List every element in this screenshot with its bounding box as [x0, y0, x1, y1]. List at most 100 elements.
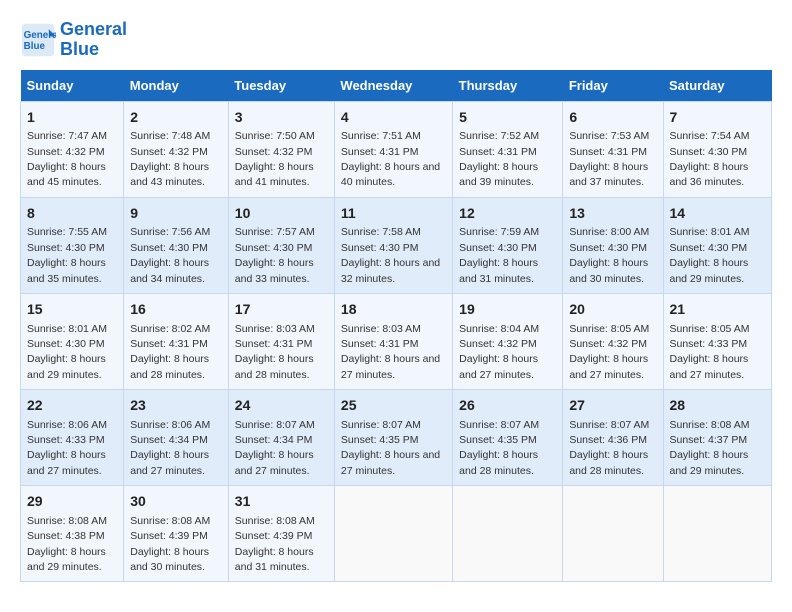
calendar-week-row: 8 Sunrise: 7:55 AM Sunset: 4:30 PM Dayli…	[21, 197, 772, 293]
sunrise-text: Sunrise: 7:50 AM	[235, 130, 315, 142]
day-number: 31	[235, 492, 328, 512]
calendar-cell: 12 Sunrise: 7:59 AM Sunset: 4:30 PM Dayl…	[453, 197, 563, 293]
header-cell-saturday: Saturday	[663, 70, 772, 102]
sunset-text: Sunset: 4:30 PM	[27, 242, 105, 254]
calendar-cell: 16 Sunrise: 8:02 AM Sunset: 4:31 PM Dayl…	[124, 293, 229, 389]
sunrise-text: Sunrise: 7:54 AM	[670, 130, 750, 142]
calendar-cell: 21 Sunrise: 8:05 AM Sunset: 4:33 PM Dayl…	[663, 293, 772, 389]
sunrise-text: Sunrise: 8:08 AM	[27, 515, 107, 527]
sunrise-text: Sunrise: 8:07 AM	[341, 419, 421, 431]
calendar-cell: 30 Sunrise: 8:08 AM Sunset: 4:39 PM Dayl…	[124, 486, 229, 582]
day-number: 19	[459, 300, 556, 320]
daylight-text: Daylight: 8 hours and 28 minutes.	[235, 353, 314, 380]
calendar-cell: 6 Sunrise: 7:53 AM Sunset: 4:31 PM Dayli…	[563, 101, 663, 197]
daylight-text: Daylight: 8 hours and 33 minutes.	[235, 257, 314, 284]
sunrise-text: Sunrise: 7:55 AM	[27, 226, 107, 238]
day-number: 1	[27, 108, 117, 128]
daylight-text: Daylight: 8 hours and 35 minutes.	[27, 257, 106, 284]
calendar-cell: 17 Sunrise: 8:03 AM Sunset: 4:31 PM Dayl…	[228, 293, 334, 389]
calendar-cell: 26 Sunrise: 8:07 AM Sunset: 4:35 PM Dayl…	[453, 390, 563, 486]
calendar-cell: 13 Sunrise: 8:00 AM Sunset: 4:30 PM Dayl…	[563, 197, 663, 293]
calendar-cell	[663, 486, 772, 582]
daylight-text: Daylight: 8 hours and 27 minutes.	[670, 353, 749, 380]
day-number: 13	[569, 204, 656, 224]
sunrise-text: Sunrise: 7:48 AM	[130, 130, 210, 142]
sunrise-text: Sunrise: 8:07 AM	[459, 419, 539, 431]
day-number: 30	[130, 492, 222, 512]
day-number: 18	[341, 300, 446, 320]
header: General Blue GeneralBlue	[20, 20, 772, 60]
calendar-cell: 31 Sunrise: 8:08 AM Sunset: 4:39 PM Dayl…	[228, 486, 334, 582]
sunset-text: Sunset: 4:31 PM	[341, 146, 419, 158]
calendar-header-row: SundayMondayTuesdayWednesdayThursdayFrid…	[21, 70, 772, 102]
sunset-text: Sunset: 4:36 PM	[569, 434, 647, 446]
calendar-cell: 1 Sunrise: 7:47 AM Sunset: 4:32 PM Dayli…	[21, 101, 124, 197]
day-number: 7	[670, 108, 766, 128]
calendar-cell: 28 Sunrise: 8:08 AM Sunset: 4:37 PM Dayl…	[663, 390, 772, 486]
sunrise-text: Sunrise: 8:07 AM	[569, 419, 649, 431]
daylight-text: Daylight: 8 hours and 37 minutes.	[569, 161, 648, 188]
day-number: 10	[235, 204, 328, 224]
calendar-week-row: 22 Sunrise: 8:06 AM Sunset: 4:33 PM Dayl…	[21, 390, 772, 486]
header-cell-friday: Friday	[563, 70, 663, 102]
sunset-text: Sunset: 4:39 PM	[130, 530, 208, 542]
daylight-text: Daylight: 8 hours and 34 minutes.	[130, 257, 209, 284]
sunrise-text: Sunrise: 7:53 AM	[569, 130, 649, 142]
calendar-cell: 2 Sunrise: 7:48 AM Sunset: 4:32 PM Dayli…	[124, 101, 229, 197]
sunset-text: Sunset: 4:30 PM	[670, 242, 748, 254]
calendar-cell: 5 Sunrise: 7:52 AM Sunset: 4:31 PM Dayli…	[453, 101, 563, 197]
sunrise-text: Sunrise: 8:08 AM	[235, 515, 315, 527]
sunrise-text: Sunrise: 7:52 AM	[459, 130, 539, 142]
daylight-text: Daylight: 8 hours and 29 minutes.	[670, 257, 749, 284]
sunrise-text: Sunrise: 7:56 AM	[130, 226, 210, 238]
logo-icon: General Blue	[20, 22, 56, 58]
sunset-text: Sunset: 4:30 PM	[27, 338, 105, 350]
sunset-text: Sunset: 4:30 PM	[459, 242, 537, 254]
sunset-text: Sunset: 4:30 PM	[235, 242, 313, 254]
day-number: 27	[569, 396, 656, 416]
sunrise-text: Sunrise: 8:04 AM	[459, 323, 539, 335]
day-number: 21	[670, 300, 766, 320]
logo-text: GeneralBlue	[60, 20, 127, 60]
calendar-week-row: 29 Sunrise: 8:08 AM Sunset: 4:38 PM Dayl…	[21, 486, 772, 582]
calendar-cell: 11 Sunrise: 7:58 AM Sunset: 4:30 PM Dayl…	[334, 197, 452, 293]
calendar-cell: 20 Sunrise: 8:05 AM Sunset: 4:32 PM Dayl…	[563, 293, 663, 389]
daylight-text: Daylight: 8 hours and 28 minutes.	[459, 449, 538, 476]
sunset-text: Sunset: 4:34 PM	[130, 434, 208, 446]
logo: General Blue GeneralBlue	[20, 20, 127, 60]
calendar-table: SundayMondayTuesdayWednesdayThursdayFrid…	[20, 70, 772, 583]
sunset-text: Sunset: 4:31 PM	[569, 146, 647, 158]
daylight-text: Daylight: 8 hours and 41 minutes.	[235, 161, 314, 188]
sunrise-text: Sunrise: 7:47 AM	[27, 130, 107, 142]
sunset-text: Sunset: 4:31 PM	[235, 338, 313, 350]
daylight-text: Daylight: 8 hours and 36 minutes.	[670, 161, 749, 188]
svg-text:Blue: Blue	[24, 41, 46, 52]
daylight-text: Daylight: 8 hours and 31 minutes.	[459, 257, 538, 284]
sunrise-text: Sunrise: 8:05 AM	[670, 323, 750, 335]
sunset-text: Sunset: 4:32 PM	[27, 146, 105, 158]
daylight-text: Daylight: 8 hours and 27 minutes.	[459, 353, 538, 380]
sunset-text: Sunset: 4:32 PM	[569, 338, 647, 350]
sunset-text: Sunset: 4:32 PM	[459, 338, 537, 350]
sunset-text: Sunset: 4:34 PM	[235, 434, 313, 446]
sunset-text: Sunset: 4:32 PM	[235, 146, 313, 158]
day-number: 28	[670, 396, 766, 416]
daylight-text: Daylight: 8 hours and 30 minutes.	[569, 257, 648, 284]
header-cell-sunday: Sunday	[21, 70, 124, 102]
daylight-text: Daylight: 8 hours and 27 minutes.	[130, 449, 209, 476]
daylight-text: Daylight: 8 hours and 27 minutes.	[341, 353, 440, 380]
day-number: 24	[235, 396, 328, 416]
sunrise-text: Sunrise: 7:57 AM	[235, 226, 315, 238]
day-number: 17	[235, 300, 328, 320]
sunrise-text: Sunrise: 8:06 AM	[130, 419, 210, 431]
day-number: 26	[459, 396, 556, 416]
calendar-cell	[334, 486, 452, 582]
sunrise-text: Sunrise: 8:03 AM	[341, 323, 421, 335]
calendar-cell: 9 Sunrise: 7:56 AM Sunset: 4:30 PM Dayli…	[124, 197, 229, 293]
sunset-text: Sunset: 4:37 PM	[670, 434, 748, 446]
calendar-cell: 25 Sunrise: 8:07 AM Sunset: 4:35 PM Dayl…	[334, 390, 452, 486]
daylight-text: Daylight: 8 hours and 32 minutes.	[341, 257, 440, 284]
calendar-cell: 18 Sunrise: 8:03 AM Sunset: 4:31 PM Dayl…	[334, 293, 452, 389]
day-number: 11	[341, 204, 446, 224]
header-cell-wednesday: Wednesday	[334, 70, 452, 102]
